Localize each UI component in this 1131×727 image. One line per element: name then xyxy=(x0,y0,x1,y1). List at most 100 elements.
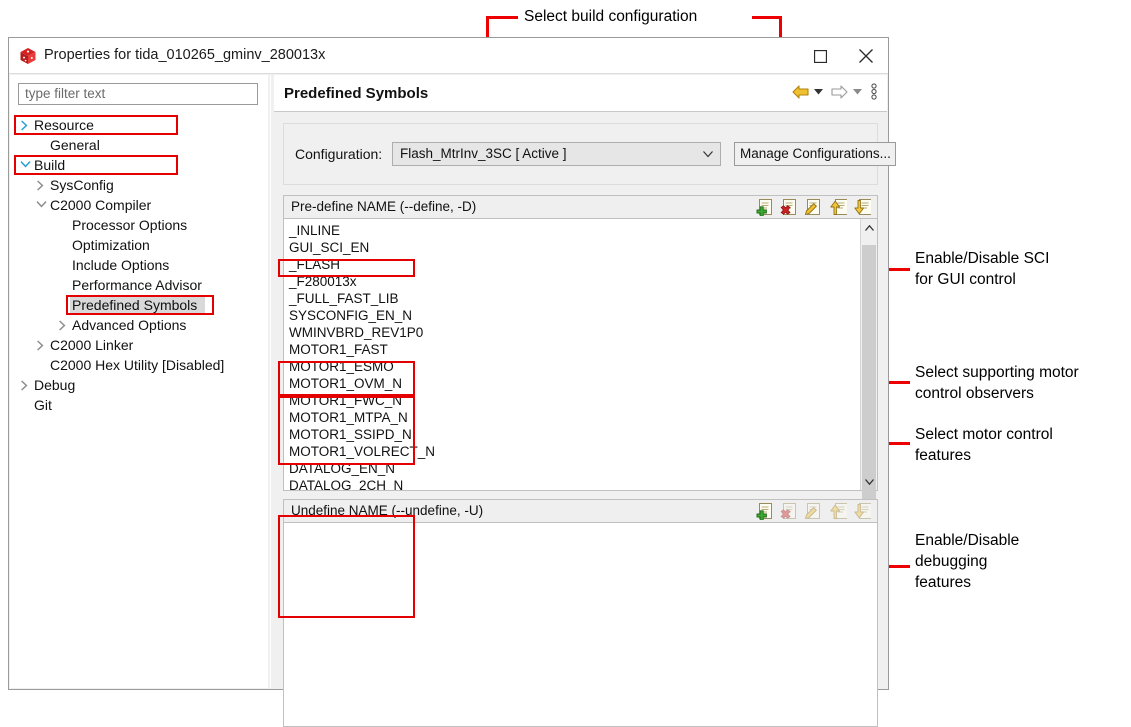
predefine-header: Pre-define NAME (--define, -D) xyxy=(284,196,877,219)
move-up-icon[interactable] xyxy=(828,502,847,520)
delete-icon[interactable] xyxy=(780,198,799,216)
predefine-list-item[interactable]: MOTOR1_SSIPD_N xyxy=(289,426,412,443)
predefine-list-item[interactable]: DATALOG_EN_N xyxy=(289,460,395,477)
chevron-right-icon[interactable] xyxy=(20,375,32,395)
scrollbar-thumb[interactable] xyxy=(862,245,876,536)
forward-arrow-icon[interactable] xyxy=(830,84,849,100)
maximize-button[interactable] xyxy=(798,38,843,74)
settings-tree: ResourceGeneralBuildSysConfigC2000 Compi… xyxy=(10,115,268,415)
chevron-down-icon[interactable] xyxy=(36,195,48,215)
sidebar-item-sysconfig[interactable]: SysConfig xyxy=(10,175,268,195)
predefine-list-item[interactable]: _F280013x xyxy=(289,273,357,290)
sidebar-item-label: Predefined Symbols xyxy=(72,295,197,315)
sidebar-item-performance-advisor[interactable]: Performance Advisor xyxy=(10,275,268,295)
sidebar-item-label: Advanced Options xyxy=(72,315,186,335)
sidebar-item-debug[interactable]: Debug xyxy=(10,375,268,395)
scroll-up-icon[interactable] xyxy=(861,219,877,236)
settings-tree-pane: type filter text ResourceGeneralBuildSys… xyxy=(10,75,268,688)
move-down-icon[interactable] xyxy=(852,198,871,216)
move-down-icon[interactable] xyxy=(852,502,871,520)
edit-icon[interactable] xyxy=(804,198,823,216)
predefine-toolbar xyxy=(756,198,871,216)
edit-icon[interactable] xyxy=(804,502,823,520)
predefine-list-item[interactable]: MOTOR1_VOLRECT_N xyxy=(289,443,435,460)
annotation-motor-features: Select motor control features xyxy=(915,424,1053,466)
add-icon[interactable] xyxy=(756,502,775,520)
sidebar-item-include-options[interactable]: Include Options xyxy=(10,255,268,275)
predefine-list-item[interactable]: SYSCONFIG_EN_N xyxy=(289,307,412,324)
chevron-right-icon[interactable] xyxy=(36,335,48,355)
predefine-list[interactable]: _INLINEGUI_SCI_EN_FLASH_F280013x_FULL_FA… xyxy=(284,219,877,490)
predefine-list-item[interactable]: MOTOR1_FWC_N xyxy=(289,392,402,409)
configuration-select[interactable]: Flash_MtrInv_3SC [ Active ] xyxy=(392,142,721,166)
sidebar-item-label: C2000 Compiler xyxy=(50,195,151,215)
back-arrow-icon[interactable] xyxy=(791,84,810,100)
sidebar-item-label: General xyxy=(50,135,100,155)
scroll-down-icon[interactable] xyxy=(861,473,877,490)
sidebar-item-label: Git xyxy=(34,395,52,415)
sidebar-item-c2000-compiler[interactable]: C2000 Compiler xyxy=(10,195,268,215)
filter-input[interactable]: type filter text xyxy=(18,83,258,105)
back-dropdown-icon[interactable] xyxy=(814,88,823,95)
predefine-list-item[interactable]: MOTOR1_MTPA_N xyxy=(289,409,408,426)
predefine-list-item[interactable]: _FLASH xyxy=(289,256,340,273)
sidebar-item-resource[interactable]: Resource xyxy=(10,115,268,135)
sidebar-item-label: C2000 Linker xyxy=(50,335,133,355)
annotation-bracket-left-h xyxy=(486,16,518,19)
content-header: Predefined Symbols xyxy=(274,75,887,112)
sidebar-item-label: C2000 Hex Utility [Disabled] xyxy=(50,355,224,375)
close-button[interactable] xyxy=(843,38,888,74)
manage-configurations-button[interactable]: Manage Configurations... xyxy=(734,142,896,166)
sidebar-item-label: Include Options xyxy=(72,255,169,275)
page-title: Predefined Symbols xyxy=(284,85,428,102)
view-menu-icon[interactable] xyxy=(871,83,877,100)
add-icon[interactable] xyxy=(756,198,775,216)
predefine-header-label: Pre-define NAME (--define, -D) xyxy=(291,199,476,214)
settings-content-pane: Predefined Symbols xyxy=(274,75,887,688)
sidebar-item-c2000-hex-utility-disabled[interactable]: C2000 Hex Utility [Disabled] xyxy=(10,355,268,375)
sidebar-item-c2000-linker[interactable]: C2000 Linker xyxy=(10,335,268,355)
sidebar-item-build[interactable]: Build xyxy=(10,155,268,175)
forward-dropdown-icon[interactable] xyxy=(853,88,862,95)
sidebar-item-predefined-symbols[interactable]: Predefined Symbols xyxy=(10,295,268,315)
predefine-list-item[interactable]: WMINVBRD_REV1P0 xyxy=(289,324,423,341)
sidebar-item-optimization[interactable]: Optimization xyxy=(10,235,268,255)
filter-placeholder: type filter text xyxy=(25,86,105,101)
predefine-scrollbar[interactable] xyxy=(860,219,877,490)
predefine-list-item[interactable]: MOTOR1_FAST xyxy=(289,341,388,358)
sidebar-item-label: Resource xyxy=(34,115,94,135)
sidebar-item-advanced-options[interactable]: Advanced Options xyxy=(10,315,268,335)
window-controls xyxy=(798,38,888,74)
dialog-titlebar[interactable]: Properties for tida_010265_gminv_280013x xyxy=(9,38,888,74)
predefine-list-item[interactable]: _INLINE xyxy=(289,222,340,239)
dialog-title: Properties for tida_010265_gminv_280013x xyxy=(44,47,325,63)
header-nav-icons xyxy=(791,83,879,100)
predefine-group: Pre-define NAME (--define, -D) _INLINEGU… xyxy=(283,195,878,491)
chevron-right-icon[interactable] xyxy=(58,315,70,335)
undefine-list[interactable] xyxy=(284,523,877,726)
chevron-down-icon[interactable] xyxy=(20,155,32,175)
sidebar-item-label: Debug xyxy=(34,375,75,395)
predefine-list-item[interactable]: GUI_SCI_EN xyxy=(289,239,369,256)
sidebar-item-processor-options[interactable]: Processor Options xyxy=(10,215,268,235)
predefine-list-item[interactable]: DATALOG_2CH_N xyxy=(289,477,403,490)
sidebar-item-git[interactable]: Git xyxy=(10,395,268,415)
sidebar-item-label: Optimization xyxy=(72,235,150,255)
chevron-right-icon[interactable] xyxy=(36,175,48,195)
move-up-icon[interactable] xyxy=(828,198,847,216)
red-cube-icon xyxy=(19,47,37,65)
sidebar-item-label: Performance Advisor xyxy=(72,275,202,295)
predefine-list-item[interactable]: MOTOR1_OVM_N xyxy=(289,375,402,392)
sidebar-item-general[interactable]: General xyxy=(10,135,268,155)
configuration-label: Configuration: xyxy=(295,146,382,162)
annotation-bracket-right-h xyxy=(752,16,782,19)
delete-icon[interactable] xyxy=(780,502,799,520)
properties-dialog: Properties for tida_010265_gminv_280013x… xyxy=(8,37,889,690)
chevron-right-icon[interactable] xyxy=(20,115,32,135)
annotation-sci-gui: Enable/Disable SCI for GUI control xyxy=(915,248,1049,290)
undefine-header-label: Undefine NAME (--undefine, -U) xyxy=(291,503,483,518)
predefine-list-item[interactable]: _FULL_FAST_LIB xyxy=(289,290,399,307)
annotation-observers: Select supporting motor control observer… xyxy=(915,362,1079,404)
predefine-list-item[interactable]: MOTOR1_ESMO xyxy=(289,358,394,375)
configuration-value: Flash_MtrInv_3SC [ Active ] xyxy=(400,146,567,161)
